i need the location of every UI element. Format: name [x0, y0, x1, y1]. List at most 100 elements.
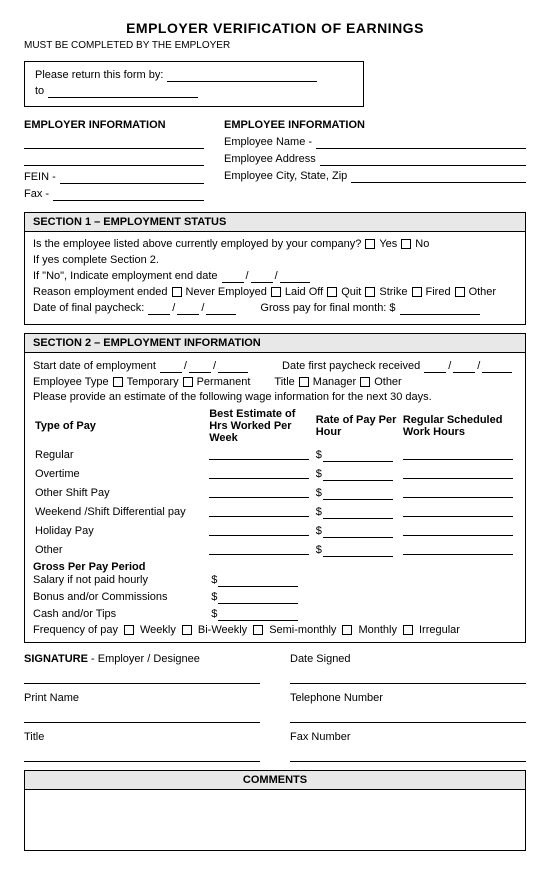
irregular-checkbox[interactable]: [403, 625, 413, 635]
rate-field-2[interactable]: [323, 486, 393, 500]
return-date-field[interactable]: [167, 68, 317, 82]
biweekly-label: Bi-Weekly: [198, 624, 247, 636]
employee-city-field[interactable]: [351, 169, 526, 183]
rate-field-3[interactable]: [323, 505, 393, 519]
employment-question: Is the employee listed above currently e…: [33, 238, 361, 250]
gross-section: Gross Per Pay Period Salary if not paid …: [33, 561, 517, 621]
hrs-field-1[interactable]: [209, 465, 309, 479]
gross-final-label: Gross pay for final month: $: [260, 302, 395, 314]
bonus-field[interactable]: [218, 590, 298, 604]
first-paycheck-date: / /: [424, 359, 512, 373]
scheduled-field-1[interactable]: [403, 465, 513, 479]
temporary-checkbox[interactable]: [113, 377, 123, 387]
semimonthly-checkbox[interactable]: [253, 625, 263, 635]
title-label-sig: Title: [24, 731, 260, 743]
employer-name-field[interactable]: [24, 135, 204, 149]
print-name-field: Print Name: [24, 692, 260, 723]
first-paycheck-label: Date first paycheck received: [282, 360, 420, 372]
salary-field[interactable]: [218, 573, 298, 587]
title-label-s2: Title: [274, 376, 294, 388]
start-yyyy[interactable]: [218, 359, 248, 373]
salary-row: Salary if not paid hourly $: [33, 573, 517, 587]
never-employed-label: Never Employed: [186, 286, 267, 298]
emp-city-label: Employee City, State, Zip: [224, 170, 347, 182]
end-date-yyyy[interactable]: [280, 269, 310, 283]
comments-header: COMMENTS: [25, 771, 525, 790]
employee-info: EMPLOYEE INFORMATION Employee Name - Emp…: [224, 119, 526, 204]
scheduled-field-4[interactable]: [403, 522, 513, 536]
fp-dd[interactable]: [453, 359, 475, 373]
permanent-checkbox[interactable]: [183, 377, 193, 387]
pay-table-row: Other Shift Pay $: [33, 483, 517, 502]
employer-fax-field[interactable]: [53, 187, 204, 201]
if-yes-note: If yes complete Section 2.: [33, 254, 159, 266]
yes-checkbox[interactable]: [365, 239, 375, 249]
sig-line[interactable]: [24, 666, 260, 684]
hrs-field-4[interactable]: [209, 522, 309, 536]
employee-name-field[interactable]: [316, 135, 526, 149]
return-form-box: Please return this form by: to: [24, 61, 364, 107]
phone-line[interactable]: [290, 705, 526, 723]
col-hrs: Best Estimate of Hrs Worked Per Week: [207, 407, 313, 445]
start-dd[interactable]: [189, 359, 211, 373]
strike-checkbox[interactable]: [365, 287, 375, 297]
phone-label: Telephone Number: [290, 692, 526, 704]
employee-address-field[interactable]: [320, 152, 526, 166]
scheduled-field-0[interactable]: [403, 446, 513, 460]
employer-address-field[interactable]: [24, 152, 204, 166]
scheduled-field-3[interactable]: [403, 503, 513, 517]
never-employed-checkbox[interactable]: [172, 287, 182, 297]
fired-checkbox[interactable]: [412, 287, 422, 297]
monthly-checkbox[interactable]: [342, 625, 352, 635]
title-line[interactable]: [24, 744, 260, 762]
rate-field-1[interactable]: [323, 467, 393, 481]
quit-checkbox[interactable]: [327, 287, 337, 297]
fired-label: Fired: [426, 286, 451, 298]
comments-box: COMMENTS: [24, 770, 526, 851]
hrs-field-0[interactable]: [209, 446, 309, 460]
end-date-dd[interactable]: [251, 269, 273, 283]
pay-type-1: Overtime: [33, 464, 207, 483]
date-signed-line[interactable]: [290, 666, 526, 684]
comments-body[interactable]: [25, 790, 525, 850]
print-name-line[interactable]: [24, 705, 260, 723]
gross-title: Gross Per Pay Period: [33, 561, 517, 573]
pay-type-3: Weekend /Shift Differential pay: [33, 502, 207, 521]
sig-label: SIGNATURE - Employer / Designee: [24, 653, 260, 665]
rate-field-4[interactable]: [323, 524, 393, 538]
to-field[interactable]: [48, 84, 198, 98]
final-mm[interactable]: [148, 301, 170, 315]
rate-field-0[interactable]: [323, 448, 393, 462]
laid-off-checkbox[interactable]: [271, 287, 281, 297]
tips-field[interactable]: [218, 607, 298, 621]
hrs-field-3[interactable]: [209, 503, 309, 517]
start-mm[interactable]: [160, 359, 182, 373]
scheduled-field-5[interactable]: [403, 541, 513, 555]
other-checkbox-s1[interactable]: [455, 287, 465, 297]
fax-line[interactable]: [290, 744, 526, 762]
gross-final-field[interactable]: [400, 301, 480, 315]
pay-type-0: Regular: [33, 445, 207, 464]
tips-row: Cash and/or Tips $: [33, 607, 517, 621]
scheduled-field-2[interactable]: [403, 484, 513, 498]
hrs-field-2[interactable]: [209, 484, 309, 498]
end-date-mm[interactable]: [222, 269, 244, 283]
weekly-checkbox[interactable]: [124, 625, 134, 635]
fein-field[interactable]: [60, 170, 204, 184]
hrs-field-5[interactable]: [209, 541, 309, 555]
rate-field-5[interactable]: [323, 543, 393, 557]
final-paycheck-row: Date of final paycheck: / / Gross pay fo…: [33, 301, 517, 315]
manager-checkbox[interactable]: [299, 377, 309, 387]
fp-yyyy[interactable]: [482, 359, 512, 373]
fax-label-sig: Fax Number: [290, 731, 526, 743]
biweekly-checkbox[interactable]: [182, 625, 192, 635]
no-checkbox[interactable]: [401, 239, 411, 249]
tips-label: Cash and/or Tips: [33, 608, 207, 620]
fp-mm[interactable]: [424, 359, 446, 373]
other-checkbox-s2[interactable]: [360, 377, 370, 387]
indicate-label: If "No", Indicate employment end date: [33, 270, 218, 282]
final-dd[interactable]: [177, 301, 199, 315]
emp-address-label: Employee Address: [224, 153, 316, 165]
final-yyyy[interactable]: [206, 301, 236, 315]
salary-label: Salary if not paid hourly: [33, 574, 207, 586]
